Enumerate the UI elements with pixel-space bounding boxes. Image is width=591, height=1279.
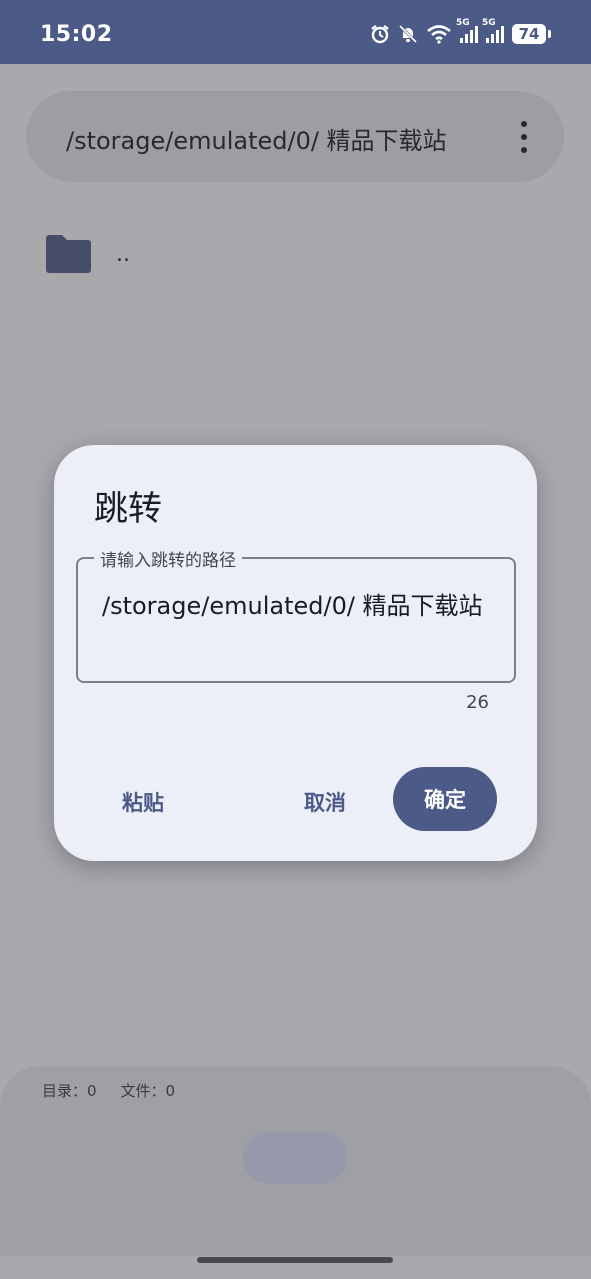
goto-dialog: 跳转 请输入跳转的路径 /storage/emulated/0/ 精品下载站 2… <box>54 445 537 861</box>
signal-icon: 5G <box>456 18 478 43</box>
wifi-icon <box>427 25 451 44</box>
path-input-value[interactable]: /storage/emulated/0/ 精品下载站 <box>102 589 494 623</box>
network-tag: 5G <box>456 18 470 28</box>
dialog-title: 跳转 <box>94 489 162 529</box>
network-tag-2: 5G <box>482 18 496 28</box>
status-bar: 15:02 5G 5G 74 <box>0 0 591 64</box>
paste-button[interactable]: 粘贴 <box>122 787 164 817</box>
cancel-button[interactable]: 取消 <box>304 787 346 817</box>
path-input-label: 请输入跳转的路径 <box>94 546 242 571</box>
bell-off-icon <box>398 24 418 44</box>
status-icons: 5G 5G 74 <box>370 18 551 44</box>
confirm-button[interactable]: 确定 <box>393 767 497 831</box>
path-input[interactable]: 请输入跳转的路径 /storage/emulated/0/ 精品下载站 <box>76 546 516 683</box>
battery-icon: 74 <box>512 24 546 44</box>
alarm-icon <box>371 25 389 44</box>
status-time: 15:02 <box>40 22 113 47</box>
signal-icon-2: 5G <box>482 18 504 43</box>
battery-nub <box>548 30 551 38</box>
char-counter: 26 <box>466 692 489 713</box>
